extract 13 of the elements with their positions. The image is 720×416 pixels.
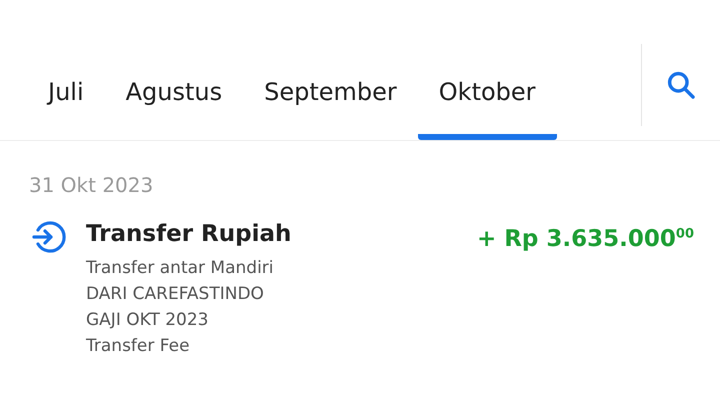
search-icon: [665, 69, 697, 101]
date-heading: 31 Okt 2023: [28, 172, 154, 197]
month-tab[interactable]: Juli: [27, 44, 105, 140]
transaction-detail: DARI CAREFASTINDO: [86, 283, 265, 306]
month-tab[interactable]: Oktober: [418, 44, 557, 140]
incoming-arrow-icon: [30, 219, 66, 255]
month-tab[interactable]: September: [243, 44, 418, 140]
transaction-detail: Transfer antar Mandiri: [86, 257, 275, 280]
transaction-amount: + Rp 3.635.000$^{00}$: [476, 224, 694, 254]
transaction-detail: GAJI OKT 2023: [86, 309, 210, 332]
transaction-detail: Transfer Fee: [86, 335, 191, 358]
month-tab[interactable]: Agustus: [104, 44, 244, 140]
transaction-title: Transfer Rupiah: [86, 220, 292, 249]
